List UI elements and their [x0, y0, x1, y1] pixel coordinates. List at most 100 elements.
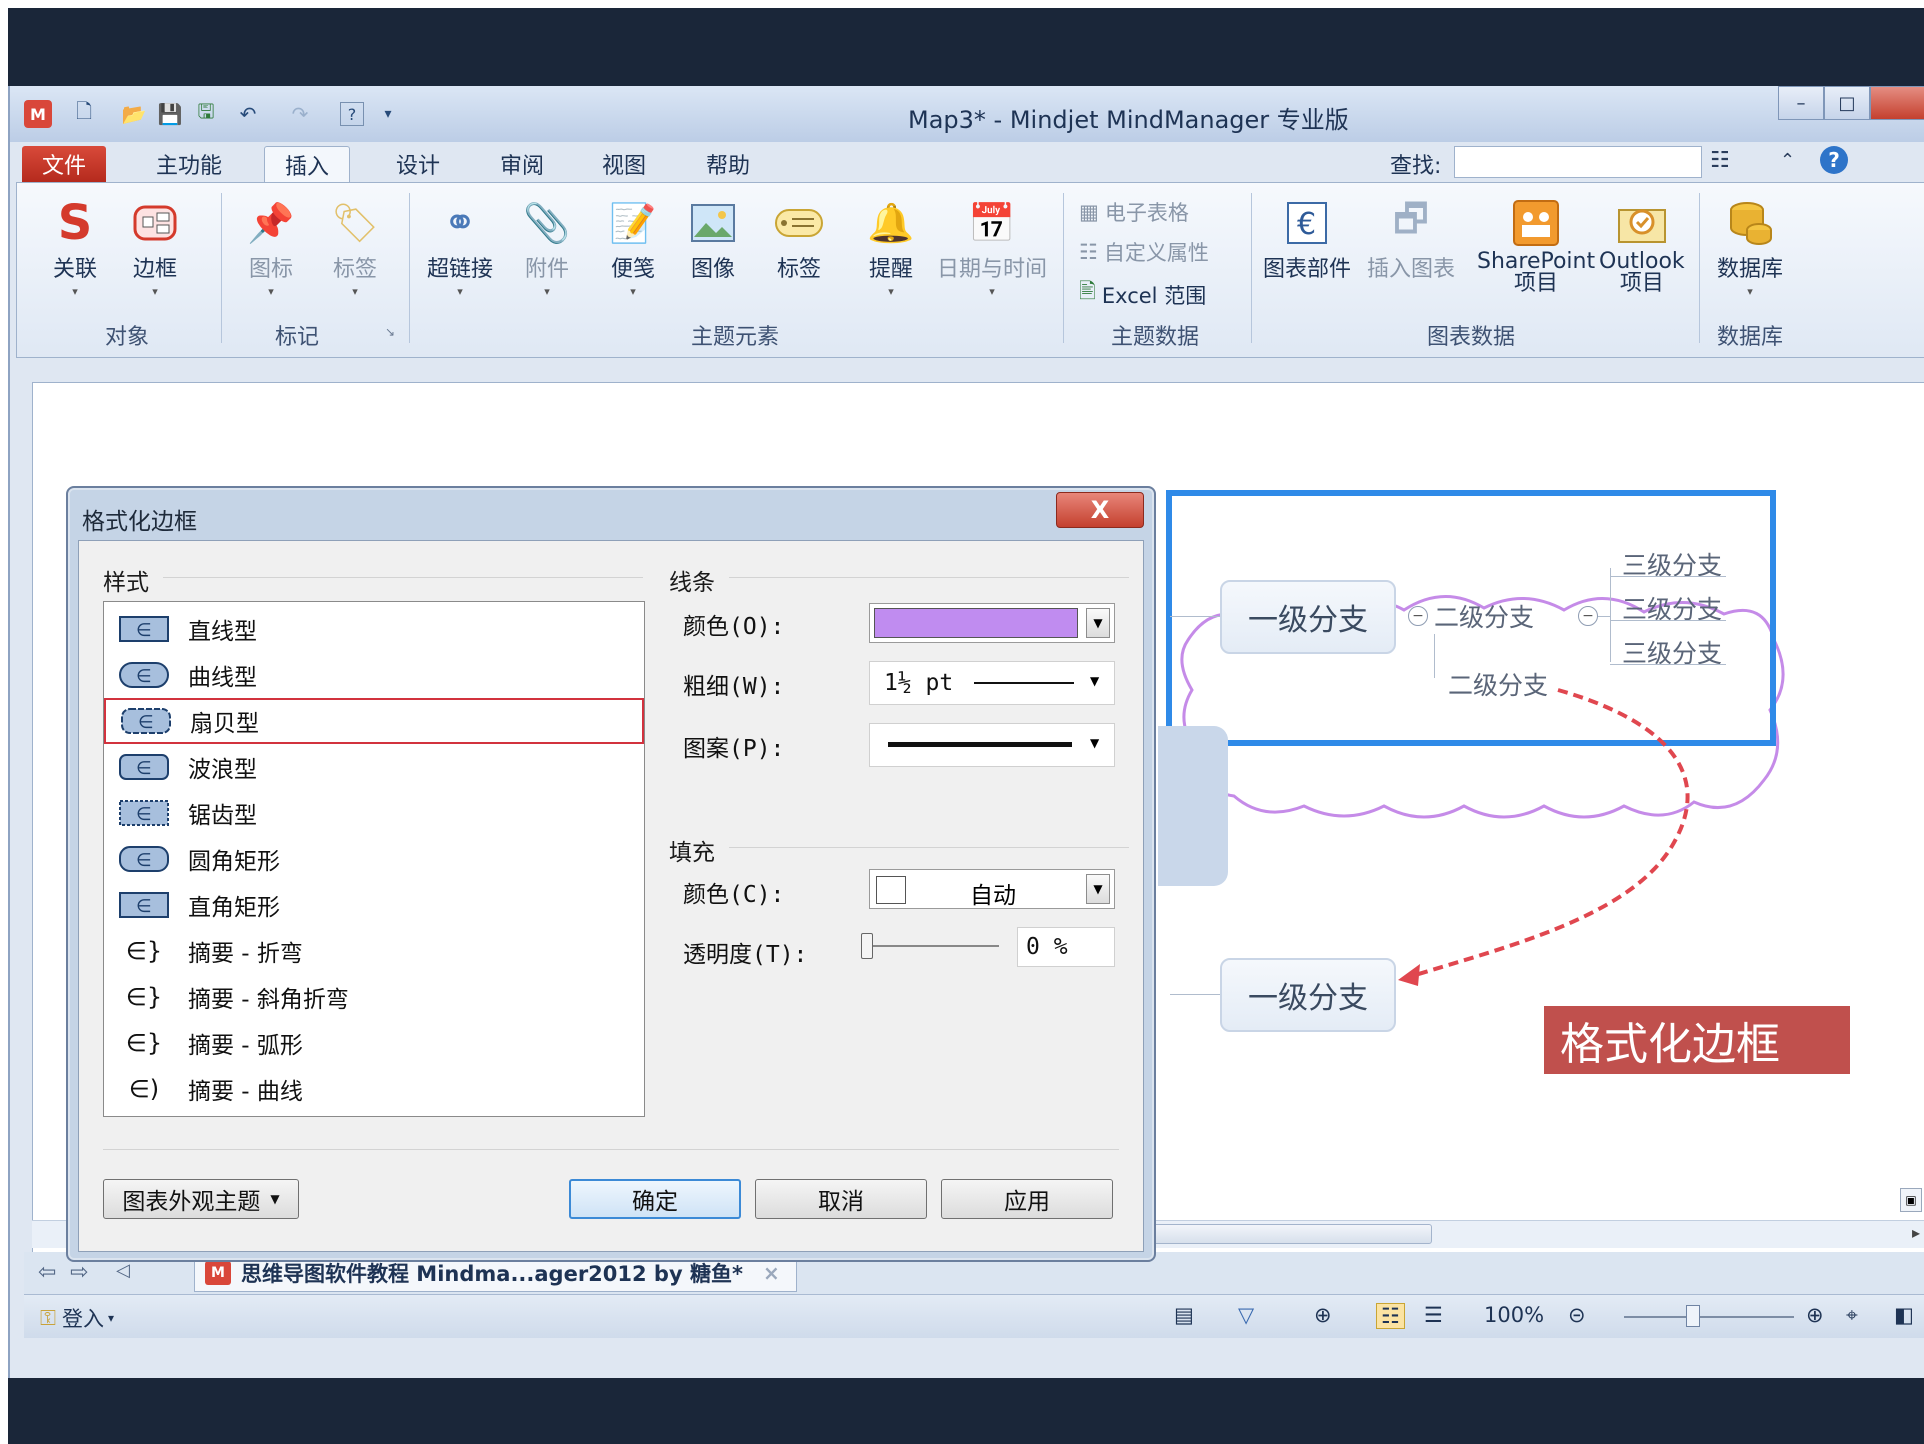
- transparency-slider[interactable]: [865, 945, 999, 947]
- search-input[interactable]: [1454, 146, 1702, 178]
- image-button[interactable]: 图像: [687, 195, 739, 283]
- collapse-ribbon-icon[interactable]: ⌃: [1780, 150, 1795, 171]
- close-tab-icon[interactable]: ×: [763, 1261, 780, 1285]
- collapse-toggle-icon[interactable]: −: [1578, 606, 1598, 626]
- help-icon[interactable]: ?: [340, 102, 364, 126]
- style-option-curved[interactable]: ∈ 曲线型: [104, 652, 644, 698]
- style-option-rect[interactable]: ∈ 直角矩形: [104, 882, 644, 928]
- maximize-button[interactable]: □: [1824, 86, 1870, 120]
- app-icon[interactable]: M: [24, 100, 52, 128]
- style-option-zigzag[interactable]: ∈ 锯齿型: [104, 790, 644, 836]
- login-button[interactable]: ⚿ 登入 ▾: [40, 1303, 114, 1333]
- excel-range-button[interactable]: 🖹 Excel 范围: [1079, 277, 1206, 312]
- map-theme-button[interactable]: 图表外观主题 ▼: [103, 1179, 299, 1219]
- help-circle-icon[interactable]: ?: [1820, 146, 1848, 174]
- style-option-wave[interactable]: ∈ 波浪型: [104, 744, 644, 790]
- attachment-button[interactable]: 📎 附件 ▾: [521, 195, 573, 299]
- redo-icon[interactable]: ↷: [286, 100, 314, 128]
- minimize-button[interactable]: –: [1778, 86, 1824, 120]
- style-option-summary-bend[interactable]: ∈} 摘要 - 折弯: [104, 928, 644, 974]
- split-view-icon[interactable]: ▣: [1900, 1188, 1922, 1212]
- binoculars-icon[interactable]: ☷: [1710, 148, 1730, 173]
- date-time-button[interactable]: 📅 日期与时间 ▾: [937, 195, 1048, 299]
- line-color-picker[interactable]: ▼: [869, 603, 1115, 643]
- level1-topic-bottom[interactable]: 一级分支: [1220, 958, 1396, 1032]
- scroll-tabs-left-icon[interactable]: ◁: [116, 1260, 130, 1281]
- fit-map-icon[interactable]: ⌖: [1846, 1303, 1858, 1328]
- customize-icon[interactable]: ▾: [374, 100, 402, 128]
- style-option-summary-curve[interactable]: ∈) 摘要 - 曲线: [104, 1066, 644, 1112]
- level2-topic-a[interactable]: 二级分支: [1434, 598, 1534, 634]
- map-parts-button[interactable]: € 图表部件: [1263, 195, 1351, 283]
- save-icon[interactable]: 💾: [156, 100, 184, 128]
- fill-color-picker[interactable]: 自动 ▼: [869, 869, 1115, 909]
- relationship-arrow[interactable]: [1390, 686, 1720, 996]
- line-weight-select[interactable]: 1½ pt ▼: [869, 661, 1115, 705]
- outlook-item-button[interactable]: Outlook 项目: [1599, 195, 1685, 295]
- transparency-input[interactable]: 0 %: [1017, 927, 1115, 967]
- spreadsheet-button[interactable]: ▦ 电子表格: [1079, 197, 1189, 227]
- sharepoint-item-button[interactable]: SharePoint 项目: [1477, 195, 1595, 295]
- icon-button[interactable]: 📌 图标 ▾: [245, 195, 297, 299]
- forward-arrow-icon[interactable]: ⇨: [70, 1260, 88, 1285]
- undo-icon[interactable]: ↶: [234, 100, 262, 128]
- ok-button[interactable]: 确定: [569, 1179, 741, 1219]
- map-view-icon[interactable]: ☷: [1376, 1303, 1405, 1329]
- back-arrow-icon[interactable]: ⇦: [38, 1260, 56, 1285]
- zoom-level: 100%: [1484, 1303, 1545, 1327]
- hidden-topic-fragment: [1158, 726, 1228, 886]
- filter-icon[interactable]: ▽: [1238, 1303, 1254, 1327]
- relationship-button[interactable]: S 关联 ▾: [49, 195, 101, 298]
- style-option-summary-arc[interactable]: ∈} 摘要 - 弧形: [104, 1020, 644, 1066]
- notes-button[interactable]: 📝 便笺 ▾: [607, 195, 659, 299]
- chevron-down-icon[interactable]: ▼: [1090, 736, 1099, 750]
- task-pane-icon[interactable]: ◧: [1894, 1303, 1914, 1327]
- tab-home[interactable]: 主功能: [136, 146, 242, 182]
- tab-insert[interactable]: 插入: [264, 146, 351, 182]
- tab-help[interactable]: 帮助: [686, 146, 770, 182]
- tab-review[interactable]: 审阅: [480, 146, 564, 182]
- tab-file[interactable]: 文件: [22, 146, 107, 182]
- new-file-icon[interactable]: 🗋: [70, 99, 98, 128]
- outline-view-icon[interactable]: ▤: [1174, 1303, 1194, 1327]
- save-all-icon[interactable]: 🖫: [192, 99, 220, 128]
- tab-design[interactable]: 设计: [376, 146, 460, 182]
- hyperlink-button[interactable]: ⚭ 超链接 ▾: [427, 195, 493, 298]
- cancel-button[interactable]: 取消: [755, 1179, 927, 1219]
- title-bar: M 🗋 📂 💾 🖫 ↶ ↷ ? ▾ Map3* - Mindjet MindMa…: [10, 86, 1924, 142]
- style-option-summary-angled[interactable]: ∈} 摘要 - 斜角折弯: [104, 974, 644, 1020]
- boundary-button[interactable]: 边框 ▾: [129, 195, 181, 298]
- chevron-down-icon[interactable]: ▼: [1090, 674, 1099, 688]
- transparency-slider-thumb[interactable]: [861, 933, 873, 959]
- label-button[interactable]: 标签: [773, 195, 825, 283]
- style-option-scalloped[interactable]: ∈ 扇贝型: [104, 698, 644, 744]
- chevron-down-icon[interactable]: ▼: [1086, 874, 1110, 904]
- database-button[interactable]: 数据库 ▾: [1717, 195, 1783, 298]
- zoom-in-icon[interactable]: ⊕: [1806, 1303, 1824, 1327]
- level1-topic-top[interactable]: 一级分支: [1220, 580, 1396, 654]
- tab-view[interactable]: 视图: [582, 146, 666, 182]
- date-time-label: 日期与时间: [937, 257, 1048, 282]
- dialog-close-button[interactable]: X: [1056, 492, 1144, 528]
- open-folder-icon[interactable]: 📂: [120, 100, 148, 128]
- style-option-straight[interactable]: ∈ 直线型: [104, 606, 644, 652]
- zoom-out-icon[interactable]: ⊝: [1568, 1303, 1586, 1327]
- collapse-toggle-icon[interactable]: −: [1408, 606, 1428, 626]
- close-window-button[interactable]: [1870, 86, 1924, 120]
- zoom-slider[interactable]: [1624, 1316, 1794, 1318]
- dialog-launcher-icon[interactable]: ↘: [385, 325, 395, 339]
- custom-properties-button[interactable]: ☷ 自定义属性: [1079, 237, 1209, 267]
- chevron-down-icon[interactable]: ▼: [1086, 608, 1110, 638]
- style-list[interactable]: ∈ 直线型 ∈ 曲线型 ∈ 扇贝型 ∈ 波浪型 ∈ 锯齿型 ∈ 圆角矩形 ∈ 直…: [103, 601, 645, 1117]
- zoom-slider-thumb[interactable]: [1686, 1305, 1700, 1327]
- tag-button[interactable]: 🏷 标签 ▾: [329, 195, 381, 299]
- scroll-right-icon[interactable]: ▸: [1912, 1223, 1920, 1242]
- focus-topic-icon[interactable]: ⊕: [1314, 1303, 1332, 1327]
- apply-button[interactable]: 应用: [941, 1179, 1113, 1219]
- scrollbar-thumb[interactable]: [1132, 1224, 1432, 1244]
- insert-map-button[interactable]: 🗗 插入图表: [1367, 195, 1455, 283]
- line-pattern-select[interactable]: ▼: [869, 723, 1115, 767]
- list-view-icon[interactable]: ☰: [1424, 1303, 1443, 1327]
- style-option-rounded-rect[interactable]: ∈ 圆角矩形: [104, 836, 644, 882]
- alert-button[interactable]: 🔔 提醒 ▾: [865, 195, 917, 299]
